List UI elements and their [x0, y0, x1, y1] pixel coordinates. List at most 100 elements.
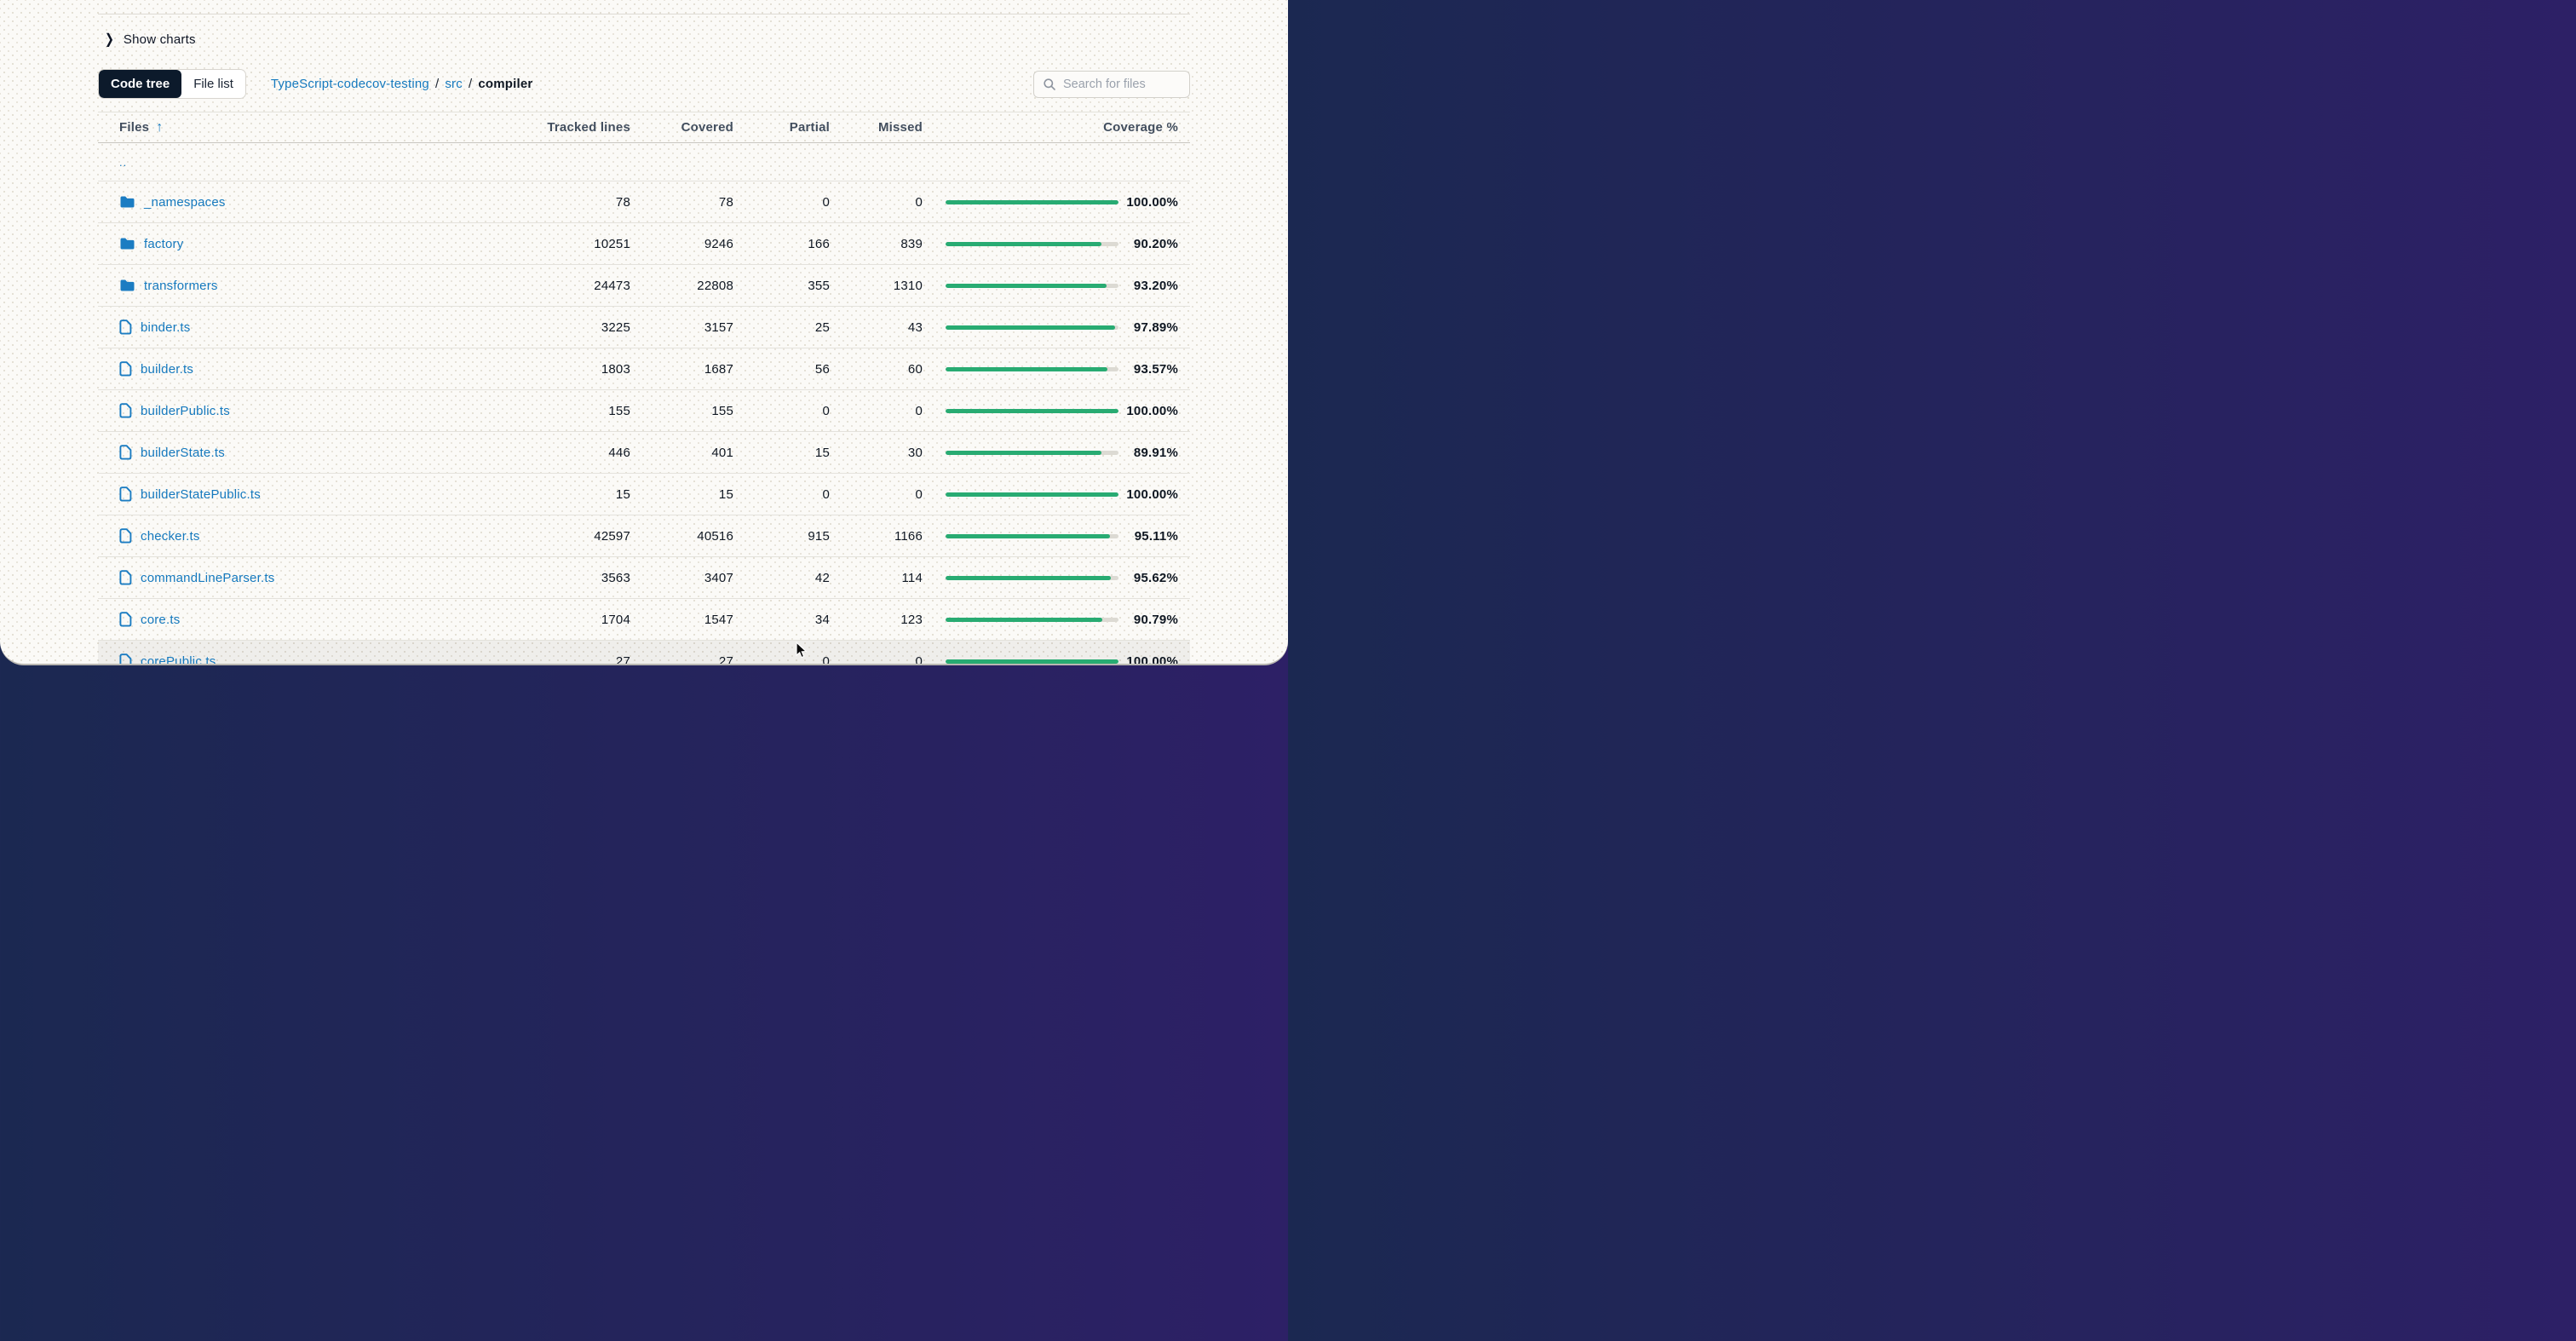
missed-value: 1310: [830, 279, 923, 293]
covered-value: 1547: [630, 613, 733, 627]
file-link[interactable]: builder.ts: [141, 362, 193, 377]
covered-value: 22808: [630, 279, 733, 293]
file-link[interactable]: builderStatePublic.ts: [141, 487, 261, 502]
column-header-covered[interactable]: Covered: [630, 120, 733, 135]
file-link[interactable]: binder.ts: [141, 320, 191, 335]
file-link[interactable]: _namespaces: [144, 195, 226, 210]
partial-value: 166: [733, 237, 830, 251]
code-tree-button[interactable]: Code tree: [99, 70, 181, 98]
table-row[interactable]: binder.ts 3225 3157 25 43 97.89%: [98, 307, 1190, 348]
coverage-percent: 100.00%: [1118, 195, 1178, 210]
breadcrumb-current: compiler: [478, 77, 532, 91]
table-row[interactable]: builderPublic.ts 155 155 0 0 100.00%: [98, 390, 1190, 432]
missed-value: 0: [830, 404, 923, 418]
coverage-bar-fill: [946, 534, 1110, 538]
file-link[interactable]: builderState.ts: [141, 446, 225, 460]
table-row[interactable]: checker.ts 42597 40516 915 1166 95.11%: [98, 515, 1190, 557]
coverage-bar-fill: [946, 242, 1101, 246]
coverage-percent: 90.20%: [1118, 237, 1178, 251]
coverage-bar-track: [946, 576, 1118, 580]
breadcrumb-separator: /: [435, 77, 439, 91]
search-box[interactable]: [1033, 71, 1190, 98]
table-row[interactable]: core.ts 1704 1547 34 123 90.79%: [98, 599, 1190, 641]
file-link[interactable]: factory: [144, 237, 183, 251]
table-row[interactable]: transformers 24473 22808 355 1310 93.20%: [98, 265, 1190, 307]
file-link[interactable]: checker.ts: [141, 529, 200, 544]
covered-value: 40516: [630, 529, 733, 544]
table-row[interactable]: builderState.ts 446 401 15 30 89.91%: [98, 432, 1190, 474]
file-link[interactable]: corePublic.ts: [141, 654, 216, 666]
coverage-bar-track: [946, 200, 1118, 204]
table-row[interactable]: _namespaces 78 78 0 0 100.00%: [98, 181, 1190, 223]
column-header-files[interactable]: Files ↑: [119, 120, 515, 135]
coverage-bar-fill: [946, 451, 1101, 455]
tracked-lines-value: 1704: [515, 613, 630, 627]
covered-value: 15: [630, 487, 733, 502]
missed-value: 0: [830, 195, 923, 210]
coverage-bar-track: [946, 325, 1118, 330]
coverage-bar-cell: [923, 659, 1118, 664]
table-row[interactable]: commandLineParser.ts 3563 3407 42 114 95…: [98, 557, 1190, 599]
breadcrumb-src-link[interactable]: src: [445, 77, 463, 91]
coverage-percent: 93.57%: [1118, 362, 1178, 377]
file-name-cell: builderStatePublic.ts: [119, 486, 515, 502]
covered-value: 27: [630, 654, 733, 666]
missed-value: 123: [830, 613, 923, 627]
parent-directory-row[interactable]: ..: [98, 143, 1190, 181]
content-card: ❯ Show charts Code tree File list TypeSc…: [0, 0, 1288, 665]
file-icon: [119, 612, 132, 627]
file-link[interactable]: core.ts: [141, 613, 180, 627]
coverage-bar-track: [946, 242, 1118, 246]
chevron-right-icon: ❯: [105, 31, 114, 48]
file-link[interactable]: commandLineParser.ts: [141, 571, 274, 585]
coverage-page: { "icons": { "chevron_right": "❯", "sort…: [0, 0, 1288, 670]
missed-value: 0: [830, 487, 923, 502]
coverage-percent: 95.11%: [1118, 529, 1178, 544]
coverage-bar-cell: [923, 409, 1118, 413]
covered-value: 78: [630, 195, 733, 210]
partial-value: 0: [733, 195, 830, 210]
coverage-bar-track: [946, 492, 1118, 497]
table-row[interactable]: builderStatePublic.ts 15 15 0 0 100.00%: [98, 474, 1190, 515]
search-icon: [1043, 78, 1056, 91]
file-link[interactable]: transformers: [144, 279, 218, 293]
file-icon: [119, 653, 132, 665]
tracked-lines-value: 3563: [515, 571, 630, 585]
table-row[interactable]: corePublic.ts 27 27 0 0 100.00%: [98, 641, 1190, 665]
show-charts-toggle[interactable]: ❯ Show charts: [105, 29, 196, 49]
file-name-cell: builder.ts: [119, 361, 515, 377]
parent-directory-link[interactable]: ..: [119, 156, 127, 169]
coverage-bar-cell: [923, 284, 1118, 288]
column-header-partial[interactable]: Partial: [733, 120, 830, 135]
partial-value: 0: [733, 654, 830, 666]
coverage-bar-fill: [946, 284, 1107, 288]
covered-value: 401: [630, 446, 733, 460]
partial-value: 42: [733, 571, 830, 585]
missed-value: 0: [830, 654, 923, 666]
coverage-percent: 89.91%: [1118, 446, 1178, 460]
file-name-cell: core.ts: [119, 612, 515, 627]
partial-value: 0: [733, 487, 830, 502]
search-input[interactable]: [1063, 78, 1181, 91]
file-link[interactable]: builderPublic.ts: [141, 404, 230, 418]
table-row[interactable]: factory 10251 9246 166 839 90.20%: [98, 223, 1190, 265]
file-name-cell: commandLineParser.ts: [119, 570, 515, 585]
coverage-bar-cell: [923, 534, 1118, 538]
tracked-lines-value: 446: [515, 446, 630, 460]
column-header-tracked-lines[interactable]: Tracked lines: [515, 120, 630, 135]
column-header-coverage[interactable]: Coverage %: [923, 120, 1178, 135]
tracked-lines-value: 3225: [515, 320, 630, 335]
file-icon: [119, 403, 132, 418]
column-header-missed[interactable]: Missed: [830, 120, 923, 135]
file-list-button[interactable]: File list: [181, 70, 245, 98]
table-row[interactable]: builder.ts 1803 1687 56 60 93.57%: [98, 348, 1190, 390]
coverage-percent: 100.00%: [1118, 487, 1178, 502]
files-table: Files ↑ Tracked lines Covered Partial Mi…: [98, 112, 1190, 665]
coverage-bar-cell: [923, 618, 1118, 622]
breadcrumb: TypeScript-codecov-testing / src / compi…: [271, 77, 533, 91]
breadcrumb-repo-link[interactable]: TypeScript-codecov-testing: [271, 77, 429, 91]
partial-value: 56: [733, 362, 830, 377]
coverage-bar-fill: [946, 492, 1118, 497]
breadcrumb-separator: /: [469, 77, 472, 91]
coverage-bar-track: [946, 534, 1118, 538]
